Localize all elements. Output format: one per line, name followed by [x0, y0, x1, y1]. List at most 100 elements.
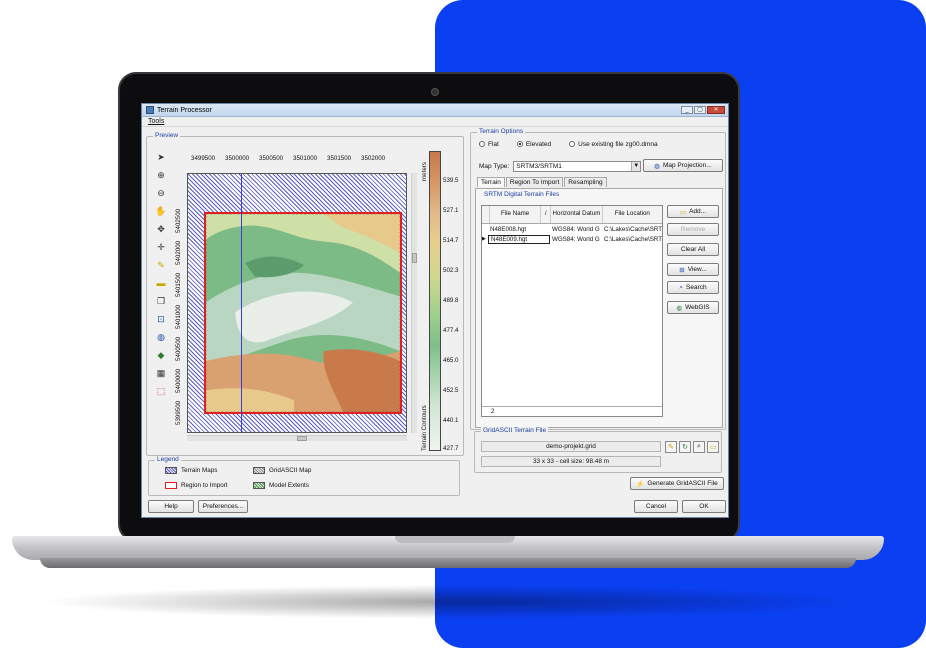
pencil-icon[interactable]: ✎ [665, 441, 677, 453]
zoom-out-icon[interactable]: ⊖ [155, 187, 167, 199]
close-button[interactable]: ✕ [707, 106, 725, 114]
map-preview[interactable]: 3499500 3500000 3500500 3501000 3501500 … [175, 151, 417, 441]
legend-text: Model Extents [269, 482, 309, 489]
gridascii-info-field: 33 x 33 - cell size: 98.48 m [481, 456, 661, 467]
radio-flat[interactable]: Flat [479, 141, 499, 148]
ruler-icon[interactable]: ▬ [155, 277, 167, 289]
preferences-button[interactable]: Preferences... [198, 500, 248, 513]
clear-all-button[interactable]: Clear All [667, 243, 719, 256]
laptop-shadow [40, 585, 870, 619]
y-tick: 5401500 [175, 272, 182, 297]
map-vertical-scrollbar[interactable] [411, 173, 417, 433]
laptop-notch [395, 536, 515, 543]
cell-datum: WGS84: World G [552, 235, 600, 243]
col-file-name[interactable]: File Name [490, 206, 542, 223]
srtm-file-table[interactable]: File Name / Horizontal Datum File Locati… [481, 205, 663, 417]
view-icon: ⊞ [679, 266, 685, 274]
gridascii-label: GridASCII Terrain File [481, 427, 549, 434]
legend-model-extents: Model Extents [253, 482, 309, 489]
terrain-mode-radios: Flat Elevated Use existing file zg00.dmn… [479, 141, 658, 148]
scroll-thumb[interactable] [297, 436, 307, 441]
x-tick: 3501500 [327, 155, 352, 162]
zoom-extents-icon[interactable]: ✥ [155, 223, 167, 235]
pointer-tool-icon[interactable]: ➤ [155, 151, 167, 163]
cancel-button[interactable]: Cancel [634, 500, 678, 513]
radio-selected-icon [516, 141, 523, 148]
open-folder-icon[interactable]: ▭ [707, 441, 719, 453]
scale-tick: 502.3 [443, 267, 459, 274]
col-horizontal-datum[interactable]: Horizontal Datum [551, 206, 603, 223]
refresh-icon[interactable]: ↻ [679, 441, 691, 453]
add-button[interactable]: ▭ Add... [667, 205, 719, 218]
map-horizontal-scrollbar[interactable] [187, 435, 407, 441]
row-header [482, 206, 490, 223]
table-header: File Name / Horizontal Datum File Locati… [482, 206, 662, 224]
y-tick: 5401000 [175, 304, 182, 329]
zoom-region-icon[interactable]: ✛ [155, 241, 167, 253]
menu-tools[interactable]: Tools [148, 118, 164, 125]
zoom-in-icon[interactable]: ⊕ [155, 169, 167, 181]
region-to-import[interactable] [204, 212, 402, 414]
view-button[interactable]: ⊞ View... [667, 263, 719, 276]
window-controls: _ ▢ ✕ [681, 106, 728, 114]
minimize-button[interactable]: _ [681, 106, 693, 114]
radio-use-existing[interactable]: Use existing file zg00.dmna [569, 141, 658, 148]
scroll-thumb[interactable] [412, 253, 417, 263]
button-label: View... [687, 266, 707, 273]
export-region-icon[interactable]: ⬚ [155, 385, 167, 397]
pan-hand-icon[interactable]: ✋ [155, 205, 167, 217]
scale-tick: 440.1 [443, 417, 459, 424]
radio-elevated[interactable]: Elevated [516, 141, 551, 148]
map-type-select[interactable]: SRTM3/SRTM1 ▼ [513, 161, 642, 172]
y-axis-ruler: 5402500 5402000 5401500 5401000 5400500 … [175, 173, 187, 433]
y-tick: 5402000 [175, 240, 182, 265]
maximize-button[interactable]: ▢ [694, 106, 706, 114]
cell-location: C:\Lakes\Cache\SRT [604, 235, 662, 243]
legend-terrain-maps: Terrain Maps [165, 467, 217, 474]
legend-gridascii-map: GridASCII Map [253, 467, 311, 474]
preview-file-icon[interactable]: ⌕ [693, 441, 705, 453]
sort-icon[interactable]: / [541, 206, 552, 223]
table-row[interactable]: N48E008.hgt WGS84: World G C:\Lakes\Cach… [482, 224, 662, 234]
preview-group: Preview ➤ ⊕ ⊖ ✋ ✥ ✛ ✎ ▬ ❐ ⊡ ◍ ◆ ▦ ⬚ 3499… [146, 132, 464, 456]
tab-resampling[interactable]: Resampling [564, 177, 607, 187]
legend-region-to-import: Region to Import [165, 482, 228, 489]
select-region-icon[interactable]: ⊡ [155, 313, 167, 325]
generate-gridascii-button[interactable]: ⚡ Generate GridASCII File [630, 477, 724, 490]
scale-tick: 514.7 [443, 237, 459, 244]
radio-label: Use existing file zg00.dmna [578, 141, 658, 148]
tab-terrain[interactable]: Terrain [477, 177, 505, 187]
col-file-location[interactable]: File Location [603, 206, 662, 223]
help-button[interactable]: Help [148, 500, 194, 513]
map-canvas[interactable] [187, 173, 407, 433]
tab-region-to-import[interactable]: Region To Import [505, 177, 564, 187]
terrain-options-label: Terrain Options [477, 128, 526, 135]
x-tick: 3500500 [259, 155, 284, 162]
search-icon: ⌕ [679, 283, 684, 291]
gridascii-group: GridASCII Terrain File demo-projekt.grid… [474, 427, 722, 473]
webgis-button[interactable]: ◍ WebGIS [667, 301, 719, 314]
remove-button[interactable]: Remove [667, 223, 719, 236]
contour-scale: meters Terrain Contours 539.5 527.1 514.… [421, 151, 473, 452]
gridascii-file-field[interactable]: demo-projekt.grid [481, 441, 661, 452]
map-projection-button[interactable]: ◍ Map Projection... [643, 159, 723, 172]
preview-toolbar: ➤ ⊕ ⊖ ✋ ✥ ✛ ✎ ▬ ❐ ⊡ ◍ ◆ ▦ ⬚ [155, 151, 169, 403]
search-button[interactable]: ⌕ Search [667, 281, 719, 294]
cell-file-name: N48E009.hgt [488, 234, 550, 244]
y-tick: 5400500 [175, 336, 182, 361]
scale-tick: 477.4 [443, 327, 459, 334]
layers-icon[interactable]: ◆ [155, 349, 167, 361]
table-row[interactable]: ▶ N48E009.hgt WGS84: World G C:\Lakes\Ca… [482, 234, 662, 244]
x-tick: 3501000 [293, 155, 318, 162]
pencil-icon[interactable]: ✎ [155, 259, 167, 271]
map-type-value: SRTM3/SRTM1 [516, 163, 562, 170]
raster-icon[interactable]: ▦ [155, 367, 167, 379]
y-tick: 5399500 [175, 400, 182, 425]
button-label: Add... [689, 208, 707, 215]
globe-icon[interactable]: ◍ [155, 331, 167, 343]
copy-map-icon[interactable]: ❐ [155, 295, 167, 307]
window-title: Terrain Processor [157, 106, 212, 114]
ok-button[interactable]: OK [682, 500, 726, 513]
cell-location: C:\Lakes\Cache\SRT [604, 225, 662, 233]
cell-datum: WGS84: World G [552, 225, 600, 233]
